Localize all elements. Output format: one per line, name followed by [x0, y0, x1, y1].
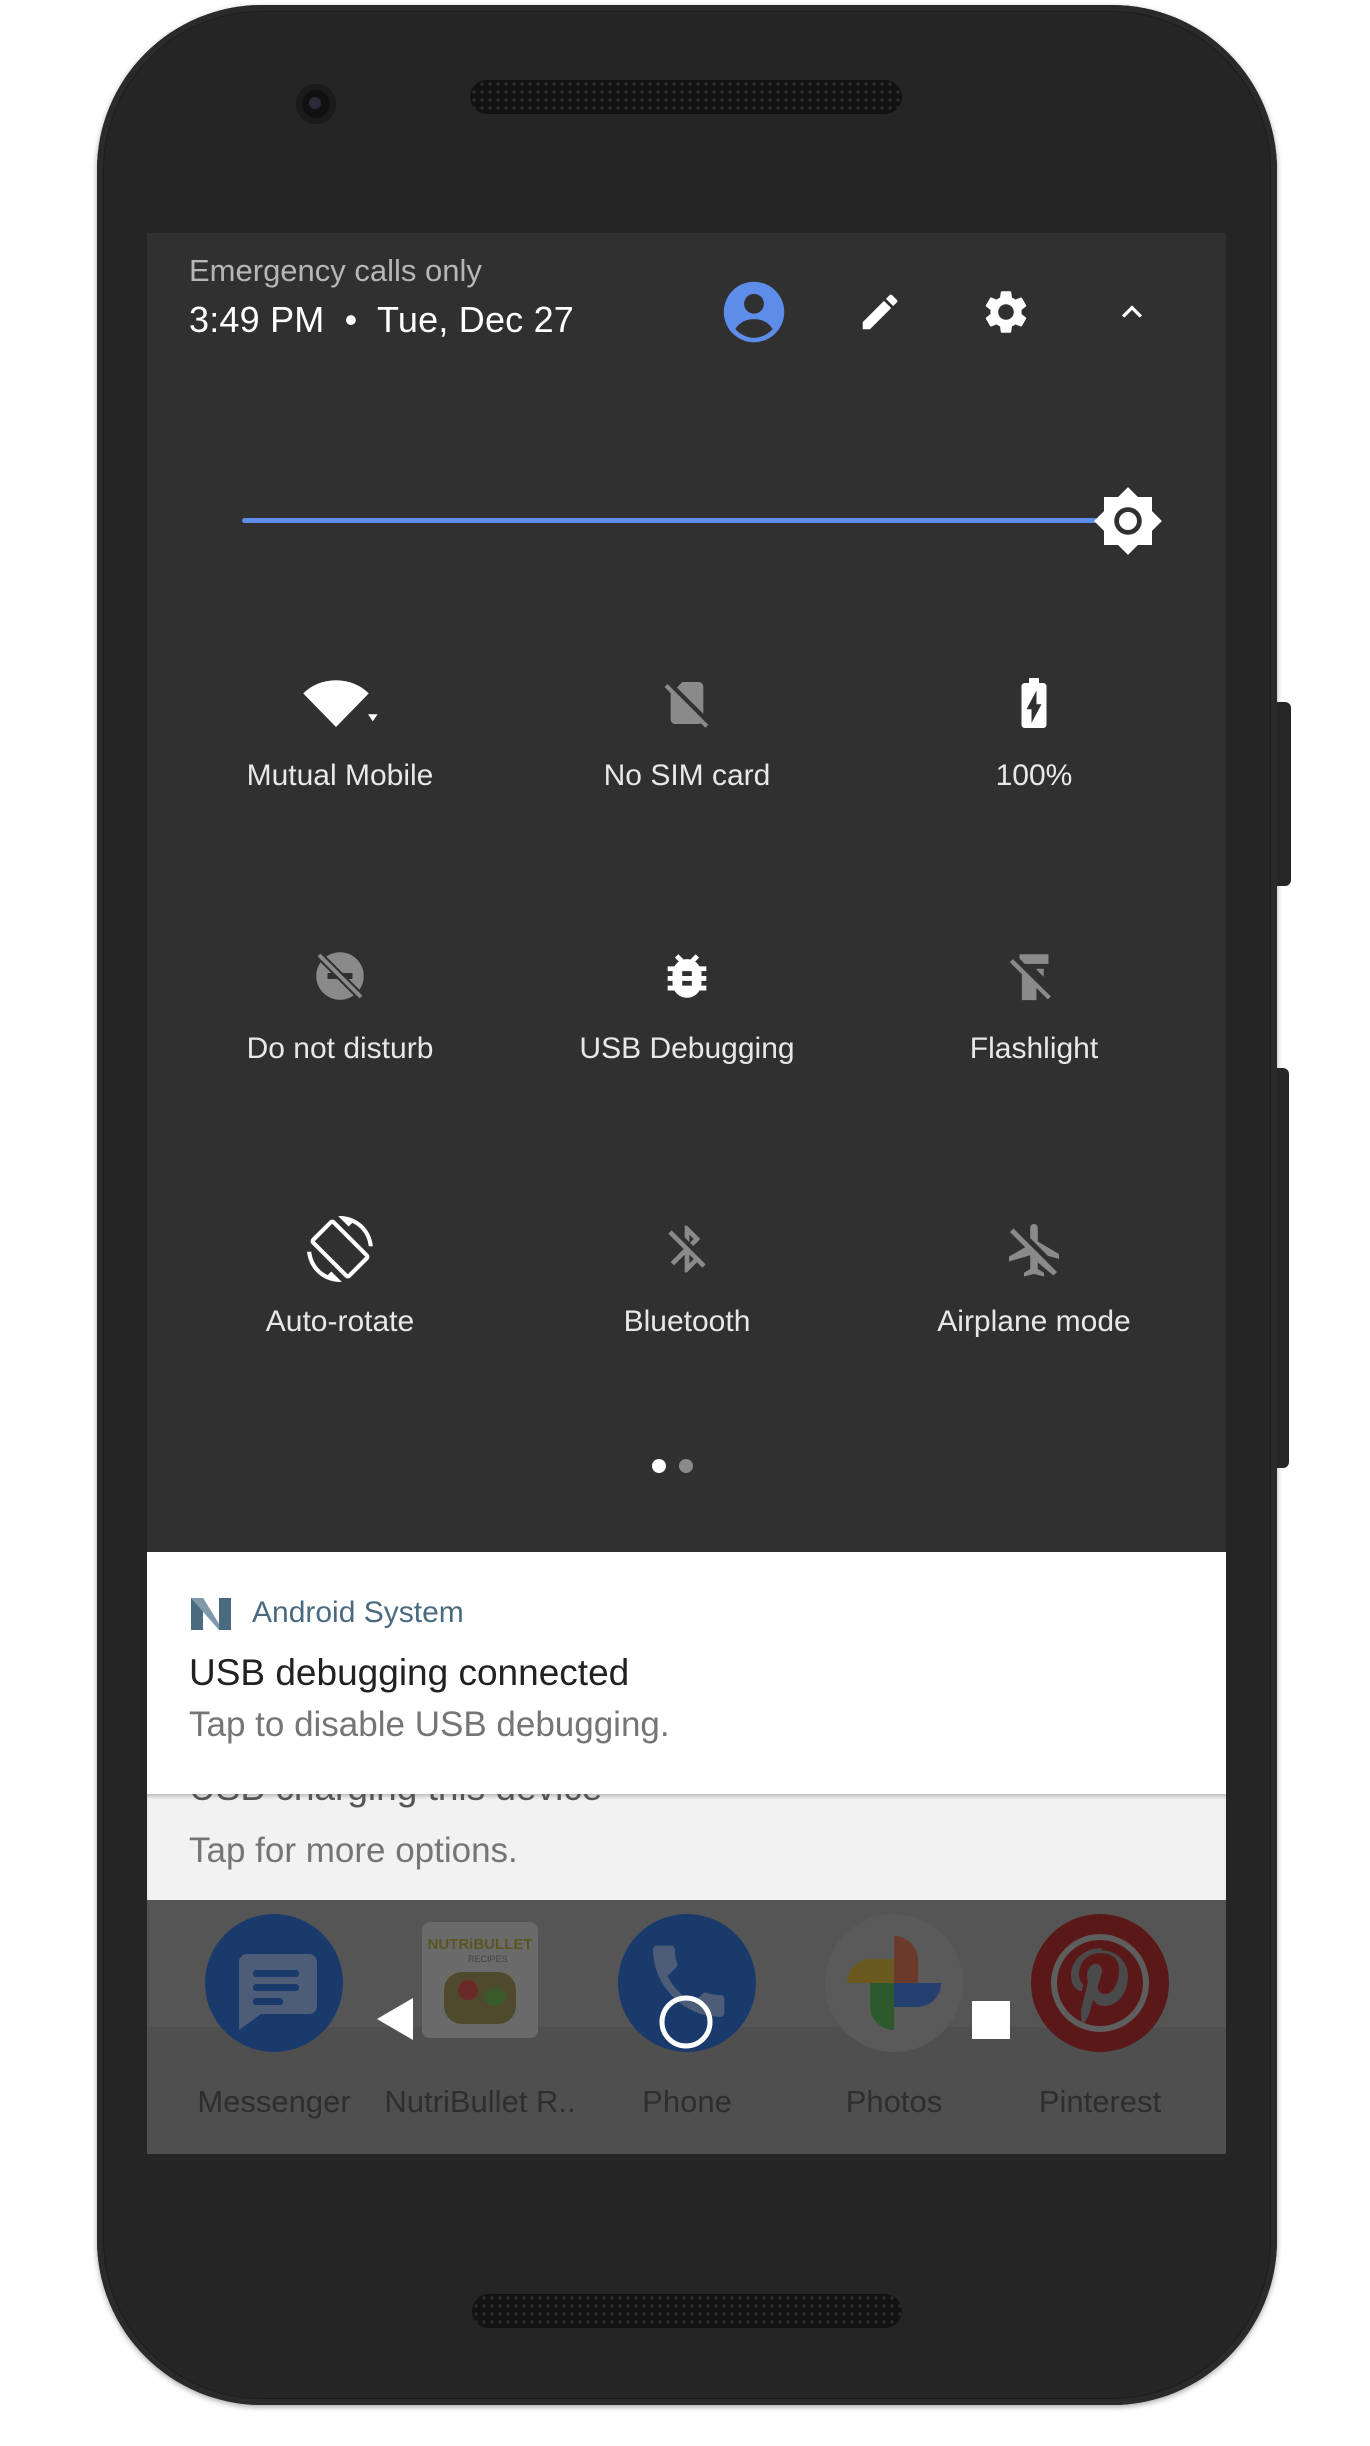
tile-battery[interactable]: 100%: [864, 663, 1204, 873]
tile-label: Mutual Mobile: [246, 759, 434, 792]
account-circle-icon[interactable]: [717, 275, 791, 349]
app-messenger[interactable]: Messenger: [174, 1900, 374, 2154]
quick-settings-panel: Emergency calls only 3:49 PM • Tue, Dec …: [147, 233, 1226, 1552]
no-sim-icon: [647, 663, 727, 743]
home-icon[interactable]: [658, 1994, 714, 2055]
date: Tue, Dec 27: [377, 299, 575, 340]
collapse-chevron-icon[interactable]: [1095, 275, 1169, 349]
photos-icon: [825, 1914, 963, 2052]
bottom-speaker: [472, 2294, 902, 2328]
back-icon[interactable]: [375, 1996, 415, 2047]
clock: 3:49 PM: [189, 299, 325, 340]
notification-title: USB debugging connected: [189, 1652, 630, 1693]
tile-label: Auto-rotate: [265, 1305, 415, 1338]
app-label: Photos: [845, 2084, 943, 2119]
page-dot: [679, 1459, 693, 1473]
battery-charging-icon: [994, 663, 1074, 743]
android-n-icon: [189, 1594, 233, 1632]
nutribullet-icon: NUTRiBULLET RECIPES: [422, 1922, 538, 2038]
nutribullet-leaf: [484, 1988, 506, 2006]
notification-app-name: Android System: [252, 1596, 464, 1629]
tile-label: Airplane mode: [937, 1305, 1131, 1338]
brightness-slider[interactable]: [242, 518, 1122, 523]
nutribullet-sub: RECIPES: [468, 1954, 508, 1964]
flashlight-off-icon: [994, 936, 1074, 1016]
tile-sim[interactable]: No SIM card: [517, 663, 857, 873]
edit-icon[interactable]: [843, 275, 917, 349]
app-photos[interactable]: Photos: [794, 1900, 994, 2154]
tile-label: Do not disturb: [246, 1032, 434, 1065]
date-time: 3:49 PM • Tue, Dec 27: [189, 299, 574, 341]
tile-label: Bluetooth: [623, 1305, 751, 1338]
tile-usb-debugging[interactable]: USB Debugging: [517, 936, 857, 1146]
pinterest-icon: [1031, 1914, 1169, 2052]
tile-flashlight[interactable]: Flashlight: [864, 936, 1204, 1146]
recents-icon[interactable]: [971, 2000, 1011, 2045]
carrier-status: Emergency calls only: [189, 253, 482, 288]
tile-label: USB Debugging: [579, 1032, 795, 1065]
separator: •: [344, 299, 358, 340]
notification-usb-charging[interactable]: USB charging this device Tap for more op…: [147, 1794, 1226, 1900]
notification-title: USB charging this device: [189, 1794, 602, 1809]
tile-label: Flashlight: [969, 1032, 1099, 1065]
launcher-dock: Messenger NUTRiBULLET RECIPES NutriBulle…: [147, 1900, 1226, 2154]
do-not-disturb-icon: [300, 936, 380, 1016]
nutribullet-berry: [458, 1980, 478, 2000]
bluetooth-off-icon: [647, 1209, 727, 1289]
tile-auto-rotate[interactable]: Auto-rotate: [170, 1209, 510, 1419]
wifi-icon: [300, 663, 380, 743]
notification-text: Tap to disable USB debugging.: [189, 1705, 670, 1744]
tile-label: 100%: [995, 759, 1073, 792]
settings-icon[interactable]: [969, 275, 1043, 349]
app-label: Pinterest: [1038, 2084, 1162, 2119]
tile-airplane-mode[interactable]: Airplane mode: [864, 1209, 1204, 1419]
brightness-thumb-icon[interactable]: [1092, 485, 1164, 557]
page-dot-active: [652, 1459, 666, 1473]
messenger-icon: [205, 1914, 343, 2052]
auto-rotate-icon: [300, 1209, 380, 1289]
app-label: NutriBullet R..: [384, 2084, 576, 2119]
front-camera: [296, 84, 336, 124]
app-label: Messenger: [197, 2084, 351, 2119]
app-label: Phone: [642, 2084, 732, 2119]
notification-usb-debugging[interactable]: Android System USB debugging connected T…: [147, 1552, 1226, 1794]
tile-do-not-disturb[interactable]: Do not disturb: [170, 936, 510, 1146]
airplane-mode-off-icon: [994, 1209, 1074, 1289]
tile-bluetooth[interactable]: Bluetooth: [517, 1209, 857, 1419]
nutribullet-brand: NUTRiBULLET: [427, 1936, 533, 1953]
notification-text: Tap for more options.: [189, 1831, 518, 1870]
power-button: [1277, 702, 1291, 886]
tile-label: No SIM card: [603, 759, 771, 792]
bug-icon: [647, 936, 727, 1016]
tile-wifi[interactable]: Mutual Mobile: [170, 663, 510, 873]
volume-button: [1277, 1068, 1289, 1468]
app-pinterest[interactable]: Pinterest: [1000, 1900, 1200, 2154]
screen: Emergency calls only 3:49 PM • Tue, Dec …: [147, 233, 1226, 2154]
top-speaker: [470, 80, 902, 114]
